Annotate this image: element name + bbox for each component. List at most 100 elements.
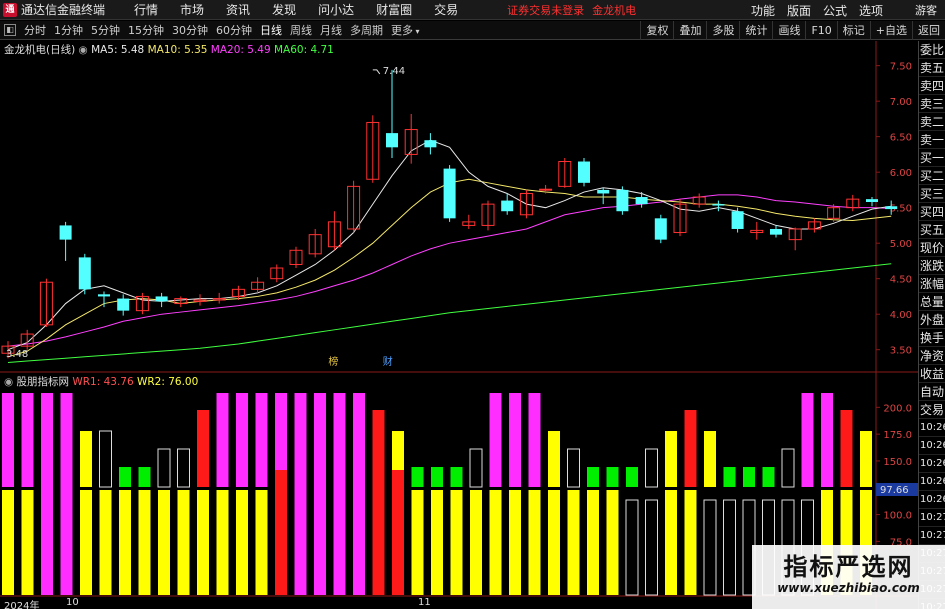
side-item-6: 买一 xyxy=(919,151,945,167)
period-15min[interactable]: 15分钟 xyxy=(124,22,168,38)
wr-upper-bar xyxy=(509,393,521,487)
menu-gongshi[interactable]: 公式 xyxy=(817,2,853,19)
back-button[interactable]: 返回 xyxy=(912,21,945,40)
wr-upper-bar xyxy=(821,393,833,487)
menu-faxian[interactable]: 发现 xyxy=(261,1,307,18)
menu-gongneng[interactable]: 功能 xyxy=(745,2,781,19)
wr-tick-label: 150.0 xyxy=(883,457,912,468)
indicator-circle-icon[interactable]: ◉ xyxy=(4,376,13,388)
wr-lower-bar xyxy=(665,490,677,595)
wr-upper-bar xyxy=(236,393,248,487)
wr-upper-bar xyxy=(489,393,502,487)
multi-stock-button[interactable]: 多股 xyxy=(706,21,739,40)
menu-zixun[interactable]: 资讯 xyxy=(215,1,261,18)
menu-shichang[interactable]: 市场 xyxy=(169,1,215,18)
wr-upper-bar xyxy=(216,393,229,487)
wr-lower-bar xyxy=(587,490,599,595)
app-logo-icon: 通 xyxy=(3,2,17,17)
stats-button[interactable]: 统计 xyxy=(739,21,772,40)
price-chart[interactable]: 3.50 4.00 4.50 5.00 5.50 6.00 6.50 7.00 7.50 7.44… xyxy=(0,41,918,609)
wr-lower-bar xyxy=(606,490,619,595)
menu-xuanxiang[interactable]: 选项 xyxy=(853,2,889,19)
period-5min[interactable]: 5分钟 xyxy=(87,22,124,38)
candle-body xyxy=(885,206,898,210)
period-30min[interactable]: 30分钟 xyxy=(168,22,212,38)
wr-upper-bar xyxy=(626,467,638,487)
event-marker-2: 财 xyxy=(383,355,393,368)
login-status-text[interactable]: 证券交易未登录 xyxy=(507,4,584,17)
wr-lower-bar xyxy=(489,490,502,595)
price-tick-label: 3.50 xyxy=(890,346,912,357)
wr-lower-bar xyxy=(99,490,112,595)
wr-upper-bar xyxy=(80,431,92,487)
guest-user[interactable]: 游客 xyxy=(915,2,937,18)
f10-button[interactable]: F10 xyxy=(805,21,836,40)
settings-circle-icon[interactable]: ◉ xyxy=(79,44,88,56)
wr-lower-bar xyxy=(528,490,541,595)
wr-lower-bar xyxy=(684,490,697,595)
menu-hangqing[interactable]: 行情 xyxy=(123,1,169,18)
period-60min[interactable]: 60分钟 xyxy=(212,22,256,38)
period-weekly[interactable]: 周线 xyxy=(286,22,316,38)
period-more[interactable]: 更多 xyxy=(387,22,424,38)
side-item-20[interactable]: 交易 xyxy=(919,401,945,419)
wr-lower-bar xyxy=(470,490,482,595)
wr-lower-bar xyxy=(548,490,560,595)
menu-wenxiaoda[interactable]: 问小达 xyxy=(307,1,365,18)
chart-toolbar: ◧ 分时 1分钟 5分钟 15分钟 30分钟 60分钟 日线 周线 月线 多周期… xyxy=(0,21,945,40)
wr-upper-bar xyxy=(255,393,268,487)
ma10-label: MA10: 5.35 xyxy=(147,44,208,56)
wr-lower-bar xyxy=(645,499,658,596)
indicator-name: 股朋指标网 xyxy=(16,376,70,388)
fuquan-button[interactable]: 复权 xyxy=(640,21,673,40)
wr-upper-bar xyxy=(431,467,443,487)
mark-button[interactable]: 标记 xyxy=(836,21,870,40)
menu-caifuquan[interactable]: 财富圈 xyxy=(365,1,423,18)
event-marker-1: 榜 xyxy=(328,355,338,368)
wr-upper-bar xyxy=(2,393,14,487)
wr-lower-bar xyxy=(158,490,170,595)
candle-body xyxy=(501,200,514,212)
side-item-11: 现价 xyxy=(919,241,945,257)
add-watchlist-button[interactable]: +自选 xyxy=(869,21,912,40)
price-tick-label: 7.00 xyxy=(890,97,912,108)
period-monthly[interactable]: 月线 xyxy=(316,22,346,38)
candle-body xyxy=(539,188,553,191)
side-item-18: 收益 xyxy=(919,367,945,383)
period-daily[interactable]: 日线 xyxy=(256,22,286,38)
side-item-26: 10:27 xyxy=(919,509,945,527)
period-1min[interactable]: 1分钟 xyxy=(50,22,87,38)
period-fenshi[interactable]: 分时 xyxy=(20,22,50,38)
wr-upper-bar xyxy=(704,431,716,487)
wr-upper-bar xyxy=(606,467,619,487)
ma20-label: MA20: 5.49 xyxy=(210,44,271,56)
side-item-24: 10:26 xyxy=(919,473,945,491)
wr-upper-bar xyxy=(469,448,483,488)
wr-lower-bar xyxy=(138,490,151,595)
wr-lower-bar xyxy=(703,499,717,596)
side-item-5: 卖一 xyxy=(919,133,945,149)
side-item-8: 买三 xyxy=(919,187,945,203)
overlay-button[interactable]: 叠加 xyxy=(673,21,706,40)
draw-button[interactable]: 画线 xyxy=(772,21,805,40)
side-item-10: 买五 xyxy=(919,223,945,239)
side-item-19[interactable]: 自动 xyxy=(919,383,945,401)
app-title: 通达信金融终端 xyxy=(21,3,106,17)
menu-jiaoyi[interactable]: 交易 xyxy=(423,1,469,18)
wr-upper-bar xyxy=(860,431,872,487)
wr-upper-bar xyxy=(450,467,463,487)
period-multi[interactable]: 多周期 xyxy=(346,22,387,38)
wr-upper-bar xyxy=(762,467,775,487)
menu-banmian[interactable]: 版面 xyxy=(781,2,817,19)
date-nov: 11 xyxy=(418,597,431,608)
side-item-9: 买四 xyxy=(919,205,945,221)
wr-lower-bar xyxy=(2,490,14,595)
toolbar-right: 复权 叠加 多股 统计 画线 F10 标记 +自选 返回 xyxy=(640,21,945,40)
candle-body xyxy=(578,161,590,183)
collapse-icon[interactable]: ◧ xyxy=(4,24,16,36)
side-item-13: 涨幅 xyxy=(919,277,945,293)
candle-body xyxy=(59,225,72,240)
wr-upper-bar xyxy=(665,431,677,487)
side-item-2: 卖四 xyxy=(919,79,945,95)
price-tick-label: 6.50 xyxy=(890,133,912,144)
